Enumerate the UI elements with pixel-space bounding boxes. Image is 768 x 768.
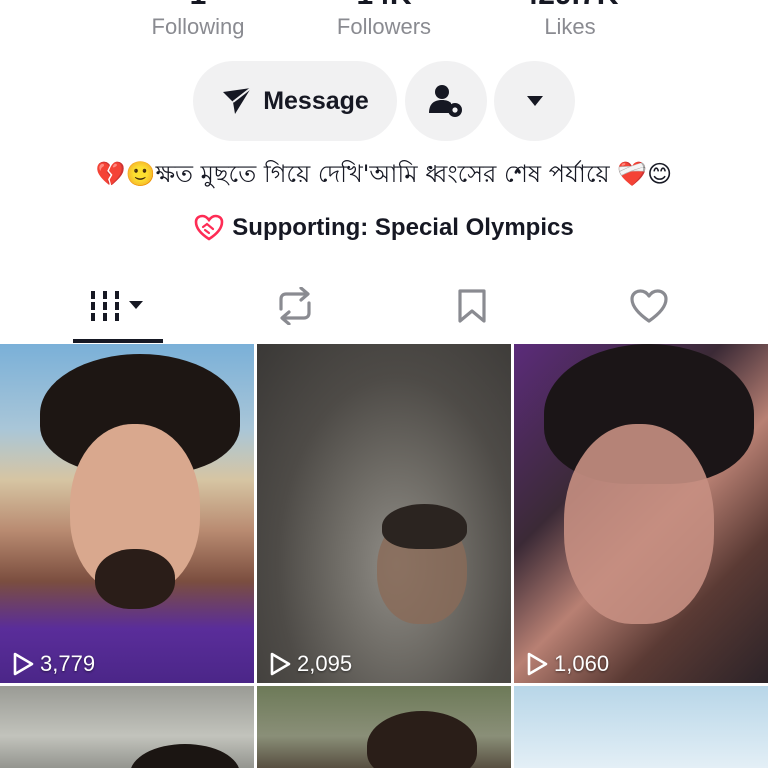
followers-label: Followers <box>336 14 432 39</box>
thumbnail-art <box>564 424 714 624</box>
tab-reposts[interactable] <box>199 270 391 342</box>
profile-stats: 1 Following 14K Followers 429.7K Likes <box>0 0 768 48</box>
video-thumbnail[interactable]: 3,779 <box>0 344 254 683</box>
thumbnail-art <box>382 504 467 549</box>
view-count: 2,095 <box>269 651 352 677</box>
thumbnail-art <box>367 711 477 768</box>
play-icon <box>270 652 291 676</box>
followers-count: 14K <box>289 0 479 12</box>
play-icon <box>527 652 548 676</box>
message-button[interactable]: Message <box>193 61 397 141</box>
view-count-value: 2,095 <box>297 651 353 676</box>
following-count: 1 <box>103 0 293 12</box>
repost-icon <box>279 287 311 325</box>
thumbnail-art <box>130 744 240 768</box>
bookmark-icon <box>458 289 486 323</box>
caret-down-icon <box>526 96 543 106</box>
likes-count: 429.7K <box>475 0 665 12</box>
user-settings-icon <box>429 85 462 117</box>
tab-videos[interactable] <box>21 270 213 342</box>
grid-icon <box>91 291 143 321</box>
play-icon <box>13 652 34 676</box>
following-stat[interactable]: 1 Following <box>103 0 293 40</box>
more-options-button[interactable] <box>494 61 575 141</box>
likes-stat[interactable]: 429.7K Likes <box>475 0 665 40</box>
supporting-charity[interactable]: Supporting: Special Olympics <box>0 214 768 242</box>
profile-actions: Message <box>0 61 768 141</box>
view-count: 1,060 <box>526 651 609 677</box>
profile-tabs <box>0 270 768 345</box>
follow-settings-button[interactable] <box>405 61 487 141</box>
view-count-value: 1,060 <box>554 651 610 676</box>
message-button-label: Message <box>263 86 369 115</box>
profile-bio: 💔🙂ক্ষত মুছতে গিয়ে দেখি'আমি ধ্বংসের শেষ … <box>95 160 673 188</box>
heart-handshake-icon <box>194 214 224 241</box>
likes-label: Likes <box>544 14 596 39</box>
thumbnail-art <box>95 549 175 609</box>
video-thumbnail[interactable] <box>257 686 511 768</box>
supporting-label: Supporting: Special Olympics <box>232 214 574 241</box>
video-thumbnail[interactable]: 2,095 <box>257 344 511 683</box>
tab-favorites[interactable] <box>376 270 568 342</box>
video-thumbnail[interactable] <box>0 686 254 768</box>
send-icon <box>223 87 252 114</box>
video-thumbnail[interactable] <box>514 686 768 768</box>
heart-icon <box>630 289 668 323</box>
view-count-value: 3,779 <box>40 651 96 676</box>
view-count: 3,779 <box>12 651 95 677</box>
video-thumbnail[interactable]: 1,060 <box>514 344 768 683</box>
following-label: Following <box>151 14 245 39</box>
active-tab-indicator <box>73 339 163 343</box>
tab-liked[interactable] <box>553 270 745 342</box>
followers-stat[interactable]: 14K Followers <box>289 0 479 40</box>
